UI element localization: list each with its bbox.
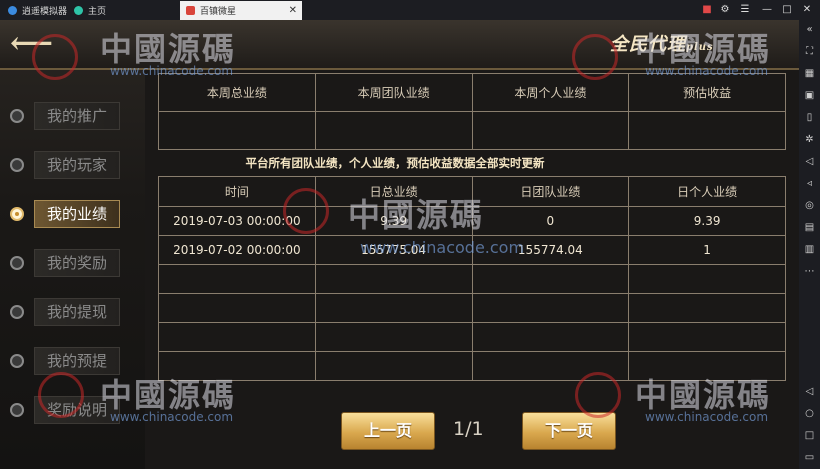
volume-up-icon[interactable]: ◁ <box>802 154 817 169</box>
table-row <box>158 293 786 323</box>
watermark-url: www.chinacode.com <box>645 64 769 78</box>
tab-home[interactable]: 主页 <box>68 2 112 18</box>
total-cell <box>314 264 473 294</box>
collapse-icon[interactable]: « <box>802 22 817 37</box>
sidebar-item-withdraw[interactable]: 我的提现 <box>10 297 130 327</box>
sidebar-item-label: 我的提现 <box>34 298 120 326</box>
watermark-logo-icon <box>38 372 84 418</box>
tab-label: 逍遥模拟器 <box>22 6 68 17</box>
daily-header: 日团队业绩 <box>471 176 630 207</box>
watermark-url: www.chinacode.com <box>360 238 525 257</box>
summary-value <box>628 111 786 150</box>
radio-icon <box>10 109 24 123</box>
screenshot-icon[interactable]: ▣ <box>802 88 817 103</box>
sidebar-item-rewards[interactable]: 我的奖励 <box>10 248 130 278</box>
radio-icon <box>10 256 24 270</box>
sidebar-item-performance[interactable]: 我的业绩 <box>10 199 130 229</box>
shake-icon[interactable]: ▥ <box>802 242 817 257</box>
realtime-notice: 平台所有团队业绩，个人业绩，预估收益数据全部实时更新 <box>245 156 545 170</box>
close-tab-icon[interactable]: ✕ <box>289 5 297 16</box>
watermark-text: 中國源碼 <box>348 196 485 234</box>
sidebar-item-label: 我的业绩 <box>34 200 120 228</box>
close-window-icon[interactable]: ✕ <box>800 3 814 17</box>
personal-cell <box>628 322 786 352</box>
date-cell <box>158 322 316 352</box>
sidebar-item-label: 我的奖励 <box>34 249 120 277</box>
game-screen: ⟵ 全民代理plus 我的推广 我的玩家 我的业绩 我的奖励 我的提现 我的预提 <box>0 20 799 469</box>
game-app-icon <box>186 6 195 15</box>
home-icon <box>74 5 83 15</box>
watermark-logo-icon <box>32 34 78 80</box>
radio-icon <box>10 354 24 368</box>
menu-icon[interactable]: ☰ <box>738 3 752 17</box>
prev-page-button[interactable]: 上一页 <box>341 412 435 450</box>
total-cell <box>314 322 473 352</box>
summary-value <box>314 111 473 150</box>
personal-cell: 1 <box>628 235 786 265</box>
keyboard-icon[interactable]: ▦ <box>802 66 817 81</box>
watermark-logo-icon <box>283 188 329 234</box>
personal-cell: 9.39 <box>628 206 786 236</box>
home-nav-icon[interactable]: ○ <box>802 406 817 421</box>
date-cell <box>158 264 316 294</box>
team-cell <box>471 293 630 323</box>
table-row <box>158 264 786 294</box>
personal-cell <box>628 264 786 294</box>
summary-header: 本周总业绩 <box>158 73 316 112</box>
team-cell: 0 <box>471 206 630 236</box>
radio-icon <box>10 403 24 417</box>
summary-header: 本周个人业绩 <box>471 73 630 112</box>
watermark-logo-icon <box>575 372 621 418</box>
recents-nav-icon[interactable]: □ <box>802 428 817 443</box>
radio-icon <box>10 158 24 172</box>
maximize-icon[interactable]: □ <box>780 3 794 17</box>
team-cell <box>471 322 630 352</box>
personal-cell <box>628 293 786 323</box>
table-row <box>158 322 786 352</box>
volume-down-icon[interactable]: ◃ <box>802 176 817 191</box>
radio-icon <box>10 305 24 319</box>
tab-label: 主页 <box>88 6 107 17</box>
sidebar-item-label: 我的玩家 <box>34 151 120 179</box>
tab-game[interactable]: 百镇微星 ✕ <box>180 1 302 20</box>
tab-emulator-home[interactable]: 逍遥模拟器 <box>2 2 73 18</box>
location-icon[interactable]: ◎ <box>802 198 817 213</box>
fullscreen-icon[interactable]: ⛶ <box>802 44 817 59</box>
emulator-titlebar: 逍遥模拟器 主页 百镇微星 ✕ ■ ⚙ ☰ — □ ✕ <box>0 0 820 20</box>
total-cell <box>314 293 473 323</box>
summary-header: 预估收益 <box>628 73 786 112</box>
record-icon[interactable]: ■ <box>700 3 714 17</box>
back-nav-icon[interactable]: ◁ <box>802 384 817 399</box>
summary-value <box>158 111 316 150</box>
more-icon[interactable]: ⋯ <box>802 264 817 279</box>
watermark-url: www.chinacode.com <box>110 410 234 424</box>
emulator-toolbar: « ⛶ ▦ ▣ ▯ ✲ ◁ ◃ ◎ ▤ ▥ ⋯ ◁ ○ □ ▭ <box>799 20 820 469</box>
team-cell <box>471 264 630 294</box>
watermark-logo-icon <box>572 34 618 80</box>
minimize-icon[interactable]: — <box>760 3 774 17</box>
file-icon[interactable]: ▤ <box>802 220 817 235</box>
tab-label: 百镇微星 <box>200 7 237 17</box>
sidebar-item-players[interactable]: 我的玩家 <box>10 150 130 180</box>
sidebar-item-label: 我的推广 <box>34 102 120 130</box>
weekly-summary-table: 本周总业绩 本周团队业绩 本周个人业绩 预估收益 <box>158 73 786 150</box>
daily-header: 日个人业绩 <box>628 176 786 207</box>
total-cell <box>314 351 473 381</box>
next-page-button[interactable]: 下一页 <box>522 412 616 450</box>
page-indicator: 1/1 <box>453 418 484 440</box>
rotate-icon[interactable]: ▯ <box>802 110 817 125</box>
sidebar-item-promotion[interactable]: 我的推广 <box>10 101 130 131</box>
watermark-url: www.chinacode.com <box>110 64 234 78</box>
radio-selected-icon <box>10 207 24 221</box>
menu-nav-icon[interactable]: ▭ <box>802 450 817 465</box>
summary-header: 本周团队业绩 <box>314 73 473 112</box>
settings-icon[interactable]: ⚙ <box>718 3 732 17</box>
emulator-logo-icon <box>8 5 17 15</box>
watermark-url: www.chinacode.com <box>645 410 769 424</box>
gear-icon[interactable]: ✲ <box>802 132 817 147</box>
date-cell: 2019-07-02 00:00:00 <box>158 235 316 265</box>
summary-value <box>471 111 630 150</box>
date-cell <box>158 293 316 323</box>
